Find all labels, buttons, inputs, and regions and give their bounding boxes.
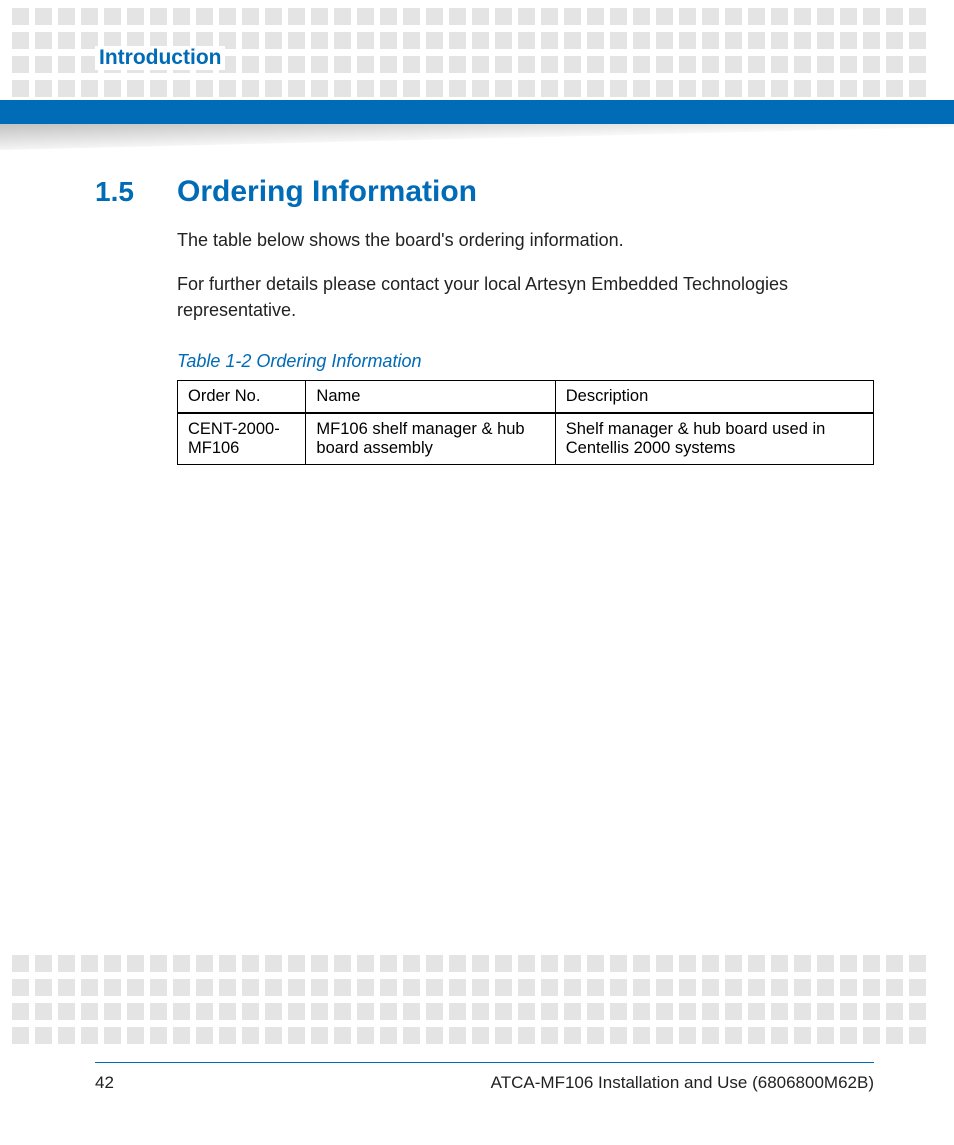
col-name: Name [306, 381, 555, 414]
section-heading: 1.5 Ordering Information [95, 175, 874, 209]
cell-description: Shelf manager & hub board used in Centel… [555, 413, 873, 465]
col-description: Description [555, 381, 873, 414]
doc-title: ATCA-MF106 Installation and Use (6806800… [491, 1073, 874, 1093]
chapter-title: Introduction [95, 46, 225, 70]
table-caption: Table 1-2 Ordering Information [177, 351, 874, 372]
col-order-no: Order No. [178, 381, 306, 414]
page-footer: 42 ATCA-MF106 Installation and Use (6806… [95, 1062, 874, 1093]
header-wedge [0, 124, 954, 150]
footer-dot-pattern [0, 955, 954, 1045]
section-number: 1.5 [95, 176, 177, 208]
ordering-table: Order No. Name Description CENT-2000-MF1… [177, 380, 874, 465]
cell-name: MF106 shelf manager & hub board assembly [306, 413, 555, 465]
cell-order-no: CENT-2000-MF106 [178, 413, 306, 465]
section-title: Ordering Information [177, 175, 477, 209]
paragraph-1: The table below shows the board's orderi… [177, 227, 874, 253]
table-header-row: Order No. Name Description [178, 381, 874, 414]
table-row: CENT-2000-MF106 MF106 shelf manager & hu… [178, 413, 874, 465]
header-blue-bar [0, 100, 954, 124]
paragraph-2: For further details please contact your … [177, 271, 874, 323]
footer-background [0, 1045, 954, 1145]
page-content: 1.5 Ordering Information The table below… [95, 175, 874, 465]
page-number: 42 [95, 1073, 114, 1093]
